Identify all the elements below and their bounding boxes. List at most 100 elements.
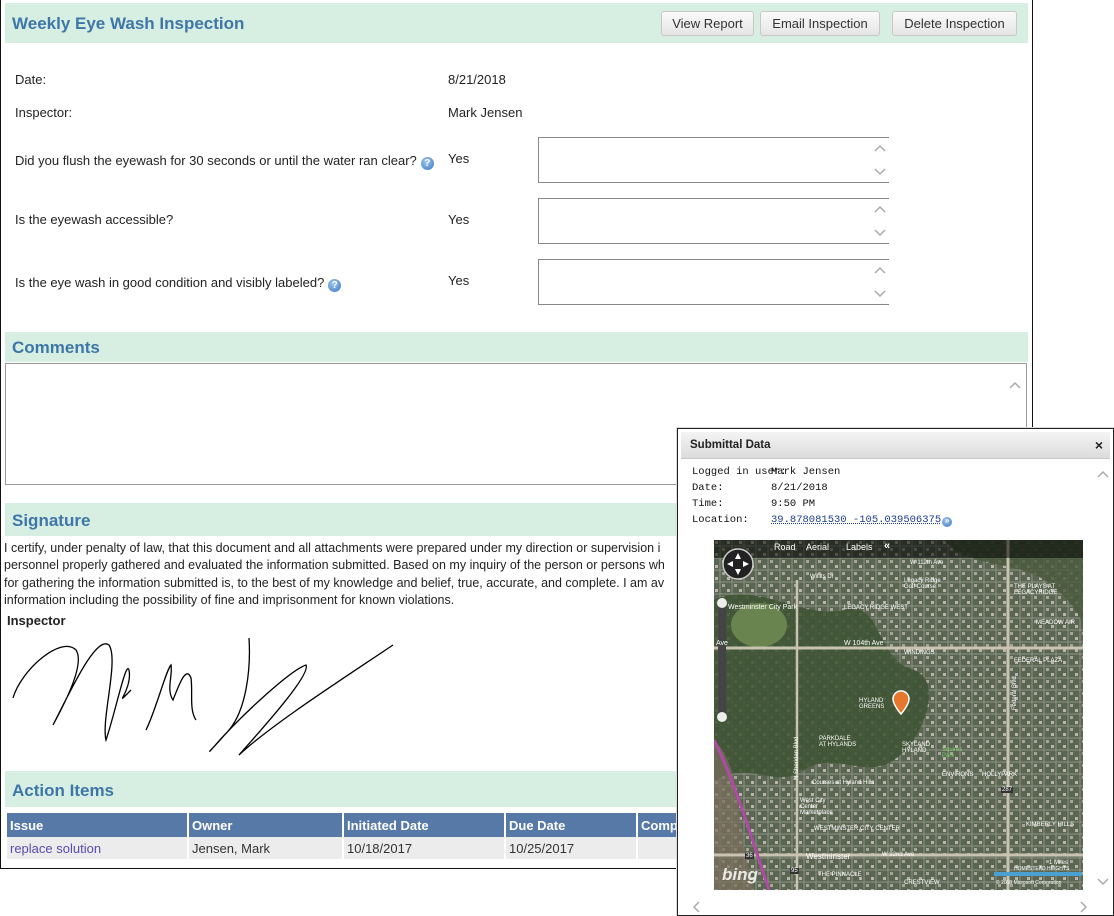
cell-issue: replace solution <box>7 837 187 859</box>
date-value: 8/21/2018 <box>448 72 506 87</box>
table-row: replace solution Jensen, Mark 10/18/2017… <box>7 837 704 859</box>
scrollbar[interactable] <box>871 138 889 182</box>
help-icon[interactable]: ? <box>421 157 434 170</box>
chevron-up-icon[interactable] <box>1009 380 1021 392</box>
question-1-text: Did you flush the eyewash for 30 seconds… <box>15 153 417 168</box>
map-label: HYLAND GREENS <box>859 698 889 710</box>
map-label: MEADOW AIR <box>1036 620 1075 626</box>
map-label: 36 <box>745 853 754 859</box>
submittal-data-dialog: Submittal Data × Logged in user: Mark Je… <box>677 428 1114 916</box>
cell-due: 10/25/2017 <box>506 837 636 859</box>
table-header-row: Issue Owner Initiated Date Due Date Comp… <box>7 813 704 837</box>
signature-inspector-label: Inspector <box>7 613 66 628</box>
dialog-horizontal-scrollbar[interactable] <box>681 901 1095 913</box>
chevron-up-icon[interactable] <box>874 143 886 155</box>
map-copyright: © 2018 Microsoft Corporation <box>996 880 1061 886</box>
page-title: Weekly Eye Wash Inspection <box>12 14 244 34</box>
map-label: HOLLYPARK <box>982 772 1017 778</box>
dialog-title: Submittal Data <box>690 439 771 451</box>
location-map[interactable]: Road Aerial Labels « Westminster City Pa… <box>714 540 1083 890</box>
question-2-notes-field[interactable] <box>538 198 889 244</box>
map-label: Ave <box>716 640 728 647</box>
cell-owner: Jensen, Mark <box>189 837 342 859</box>
map-pin-icon[interactable]: » <box>942 517 952 527</box>
date-label: Date: <box>15 72 46 87</box>
inspector-value: Mark Jensen <box>448 105 522 120</box>
bing-logo: bing <box>722 865 758 885</box>
date-value: 8/21/2018 <box>771 482 828 494</box>
map-label: PARKDALE AT HYLANDS <box>819 736 859 748</box>
question-3-notes-field[interactable] <box>538 259 889 305</box>
map-aerial-button[interactable]: Aerial <box>806 542 829 552</box>
map-scale: 1 Miles <box>1049 860 1068 866</box>
map-label: W 112th Ave <box>910 560 943 566</box>
map-label: WESTMINSTER CITY CENTER <box>814 826 900 832</box>
map-label: W 92nd Ave <box>882 852 914 858</box>
issue-link[interactable]: replace solution <box>10 841 101 856</box>
dialog-vertical-scrollbar[interactable] <box>1096 463 1110 893</box>
location-pin-icon[interactable] <box>892 690 910 716</box>
time-label: Time: <box>692 498 724 510</box>
view-report-button[interactable]: View Report <box>661 11 754 36</box>
map-collapse-button[interactable]: « <box>884 540 890 552</box>
map-label: Courses at Hyland Hills <box>812 780 874 786</box>
map-label: THE PLAYS AT LEGACYRIDGE <box>1014 584 1074 596</box>
map-label: LEGACY RIDGE WEST <box>844 605 908 611</box>
zoom-out-icon[interactable] <box>717 712 727 722</box>
map-label: Legacy Ridge Golf Course <box>904 578 944 590</box>
map-label: Federal Blvd <box>1012 676 1018 710</box>
column-header-issue[interactable]: Issue <box>7 813 187 837</box>
chevron-left-icon[interactable] <box>691 901 703 913</box>
chevron-up-icon[interactable] <box>874 204 886 216</box>
map-label: THE PINNACLE <box>818 872 862 878</box>
map-label: N Sheridan Blvd <box>794 737 800 780</box>
question-3-answer: Yes <box>448 273 469 288</box>
map-label: Willits Dr <box>810 574 834 580</box>
inspector-label: Inspector: <box>15 105 72 120</box>
map-label: Westminster <box>806 852 850 861</box>
cert-line: I certify, under penalty of law, that th… <box>4 540 684 557</box>
cert-line: personnel properly gathered and evaluate… <box>4 557 684 574</box>
chevron-up-icon[interactable] <box>1097 469 1109 481</box>
chevron-down-icon[interactable] <box>874 226 886 238</box>
signature-image <box>1 630 401 765</box>
email-inspection-button[interactable]: Email Inspection <box>760 11 880 36</box>
location-link[interactable]: 39.878081530 -105.039506375 <box>771 514 941 526</box>
question-3-text: Is the eye wash in good condition and vi… <box>15 275 324 290</box>
action-items-table: Issue Owner Initiated Date Due Date Comp… <box>5 813 706 859</box>
map-label: HOMESTEAD HEIGHTS <box>1014 866 1069 872</box>
question-1-notes-field[interactable] <box>538 137 889 183</box>
map-label: KIMBERLY HILLS <box>1026 822 1074 828</box>
question-2: Is the eyewash accessible? <box>15 212 173 227</box>
map-label: 95 <box>790 868 799 874</box>
map-labels-button[interactable]: Labels <box>846 542 873 552</box>
question-3: Is the eye wash in good condition and vi… <box>15 275 341 292</box>
map-label: W 104th Ave <box>844 640 884 647</box>
map-compass-icon[interactable] <box>722 548 754 580</box>
location-value[interactable]: 39.878081530 -105.039506375» <box>771 514 952 527</box>
close-icon[interactable]: × <box>1095 437 1103 453</box>
column-header-owner[interactable]: Owner <box>189 813 342 837</box>
location-label: Location: <box>692 514 749 526</box>
scrollbar[interactable] <box>871 199 889 243</box>
chevron-up-icon[interactable] <box>874 265 886 277</box>
chevron-down-icon[interactable] <box>874 165 886 177</box>
chevron-right-icon[interactable] <box>1077 901 1089 913</box>
map-label: CRESTVIEW <box>904 880 940 886</box>
chevron-down-icon[interactable] <box>1097 875 1109 887</box>
zoom-in-icon[interactable] <box>717 598 727 608</box>
help-icon[interactable]: ? <box>328 279 341 292</box>
map-label: West City Center Marketplace <box>800 798 834 816</box>
map-road-button[interactable]: Road <box>774 542 796 552</box>
map-label: SKYLAND HYLAND <box>902 742 942 754</box>
scrollbar[interactable] <box>871 260 889 304</box>
chevron-down-icon[interactable] <box>874 287 886 299</box>
question-2-answer: Yes <box>448 212 469 227</box>
map-label: ENVIRONS <box>942 772 973 778</box>
delete-inspection-button[interactable]: Delete Inspection <box>892 11 1017 36</box>
comments-header: Comments <box>5 332 1028 362</box>
map-zoom-slider[interactable] <box>718 600 726 718</box>
certification-text: I certify, under penalty of law, that th… <box>4 540 684 610</box>
column-header-initiated-date[interactable]: Initiated Date <box>344 813 504 837</box>
column-header-due-date[interactable]: Due Date <box>506 813 636 837</box>
